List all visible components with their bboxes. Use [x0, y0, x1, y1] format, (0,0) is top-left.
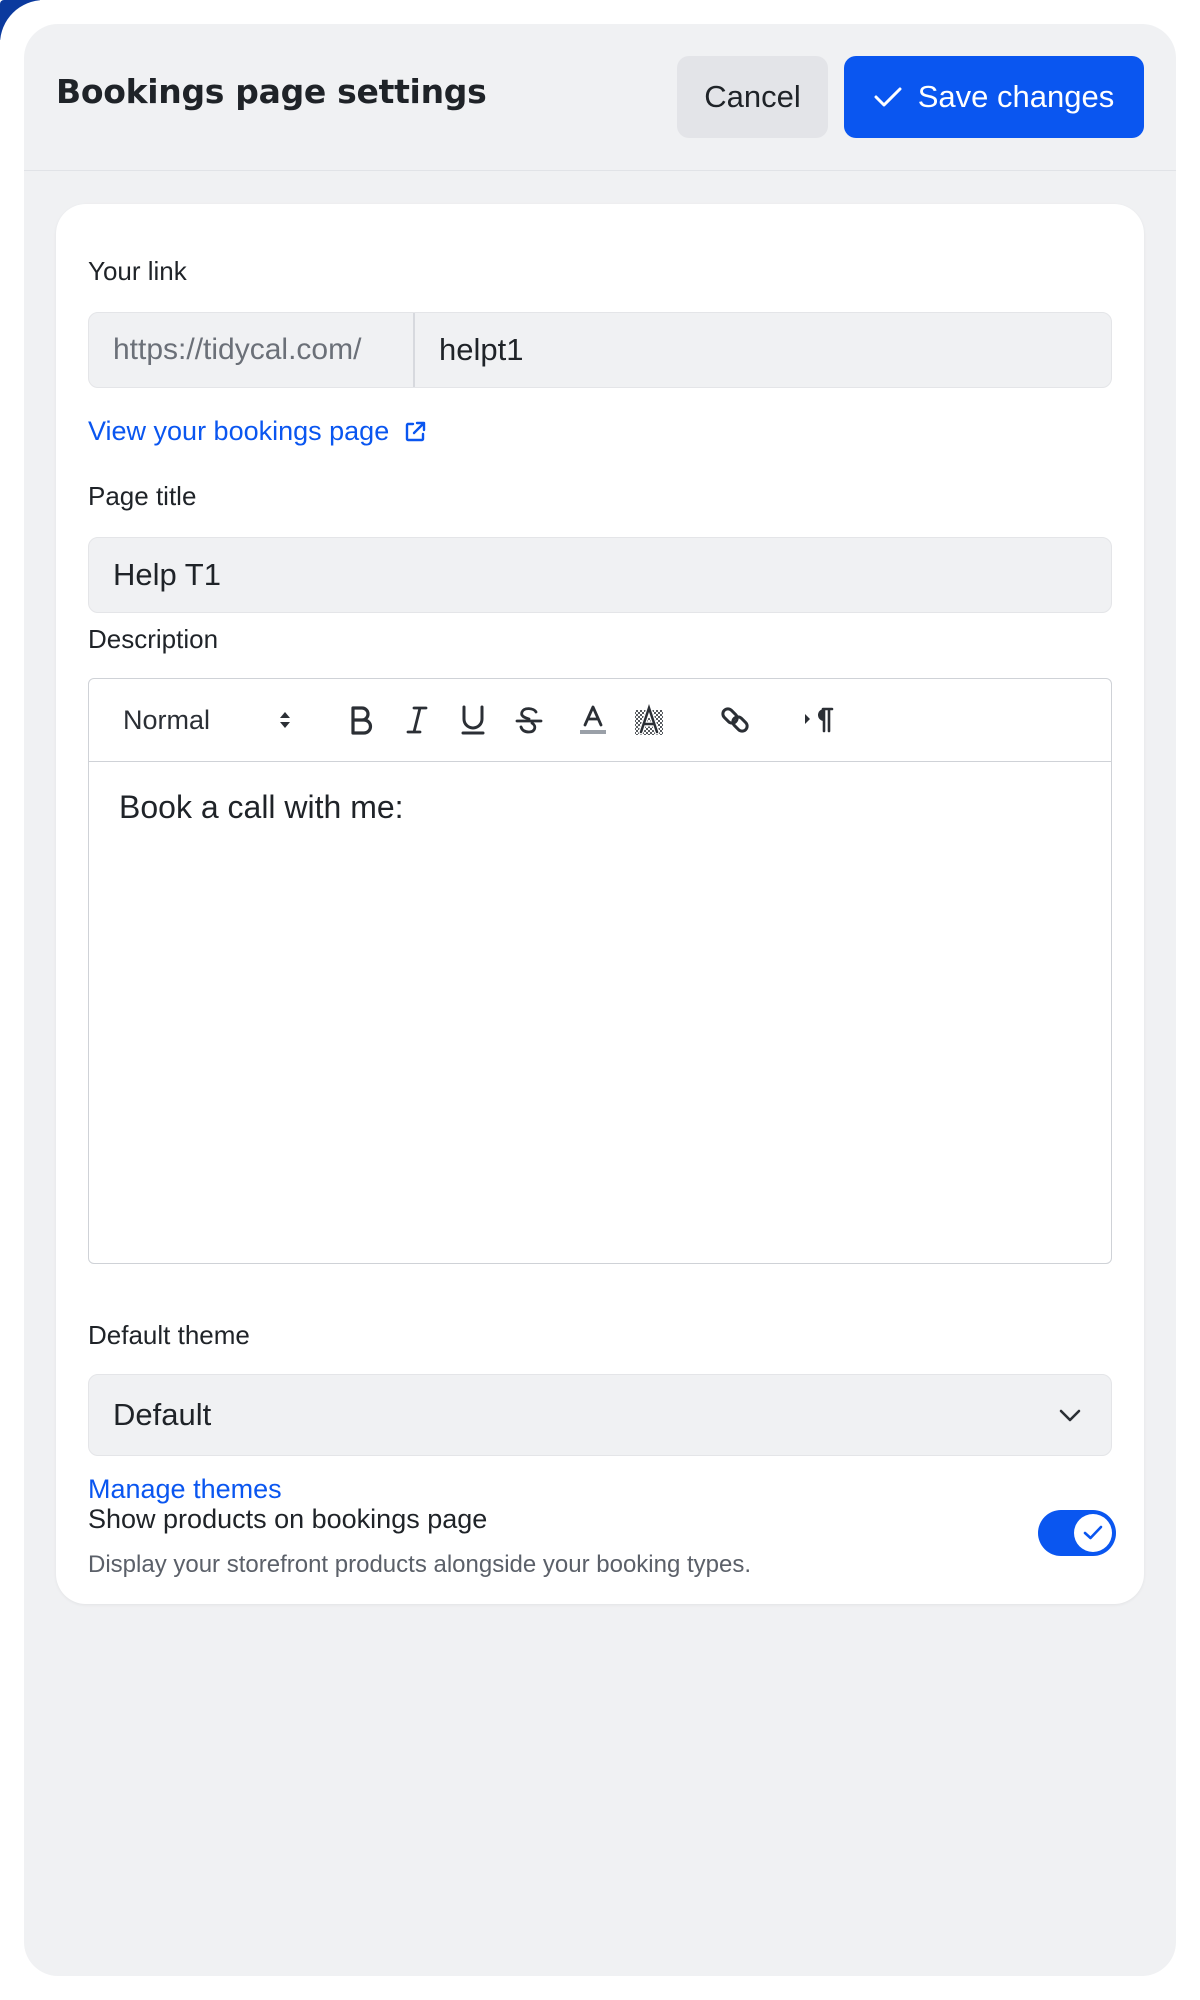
link-slug-input[interactable]: helpt1 [439, 313, 523, 387]
link-prefix: https://tidycal.com/ [89, 313, 415, 387]
default-theme-value: Default [113, 1397, 212, 1432]
your-link-label: Your link [88, 256, 187, 286]
italic-button[interactable] [397, 679, 437, 761]
show-products-description: Display your storefront products alongsi… [88, 1551, 752, 1578]
text-format-value: Normal [123, 704, 211, 735]
link-button[interactable] [715, 679, 755, 761]
text-direction-icon [805, 707, 834, 733]
page-title-label: Page title [88, 481, 197, 511]
text-color-icon [580, 705, 606, 734]
manage-themes-label: Manage themes [88, 1474, 282, 1504]
description-editor: Normal Book a call with me: [88, 678, 1112, 1264]
chevron-down-icon [1059, 1409, 1081, 1422]
view-bookings-page-link[interactable]: View your bookings page [88, 416, 427, 447]
cancel-button[interactable]: Cancel [677, 56, 828, 138]
strikethrough-icon [515, 707, 543, 734]
checkmark-icon [874, 87, 902, 107]
external-link-icon [406, 421, 426, 441]
settings-card: Your link https://tidycal.com/ helpt1 Vi… [56, 204, 1144, 1604]
cancel-button-label: Cancel [704, 79, 801, 114]
toggle-knob [1074, 1514, 1112, 1552]
bold-button[interactable] [341, 679, 381, 761]
show-products-title: Show products on bookings page [88, 1504, 488, 1534]
underline-icon [461, 705, 485, 735]
text-color-button[interactable] [573, 679, 613, 761]
view-bookings-page-label: View your bookings page [88, 416, 390, 446]
highlight-color-icon [635, 704, 663, 735]
editor-toolbar: Normal [89, 679, 1111, 762]
select-arrows-icon [280, 712, 290, 728]
checkmark-icon [1083, 1525, 1103, 1540]
italic-icon [406, 706, 428, 734]
page-title-input[interactable]: Help T1 [88, 537, 1112, 613]
text-format-select[interactable]: Normal [123, 679, 293, 761]
strikethrough-button[interactable] [509, 679, 549, 761]
settings-panel: Bookings page settings Cancel Save chang… [24, 24, 1176, 1976]
bold-icon [351, 706, 373, 735]
highlight-color-button[interactable] [629, 679, 669, 761]
description-label: Description [88, 624, 219, 654]
manage-themes-link[interactable]: Manage themes [88, 1474, 282, 1505]
link-field: https://tidycal.com/ helpt1 [88, 312, 1112, 388]
show-products-toggle[interactable] [1038, 1510, 1116, 1556]
link-icon [721, 707, 749, 733]
save-changes-button[interactable]: Save changes [844, 56, 1144, 138]
underline-button[interactable] [453, 679, 493, 761]
page-title: Bookings page settings [56, 72, 487, 111]
text-direction-button[interactable] [799, 679, 839, 761]
save-button-label: Save changes [917, 79, 1115, 114]
settings-header: Bookings page settings Cancel Save chang… [24, 24, 1176, 171]
default-theme-select[interactable]: Default [88, 1374, 1112, 1456]
page-title-value: Help T1 [113, 557, 221, 592]
default-theme-label: Default theme [88, 1320, 250, 1350]
description-text-area[interactable]: Book a call with me: [119, 789, 404, 826]
